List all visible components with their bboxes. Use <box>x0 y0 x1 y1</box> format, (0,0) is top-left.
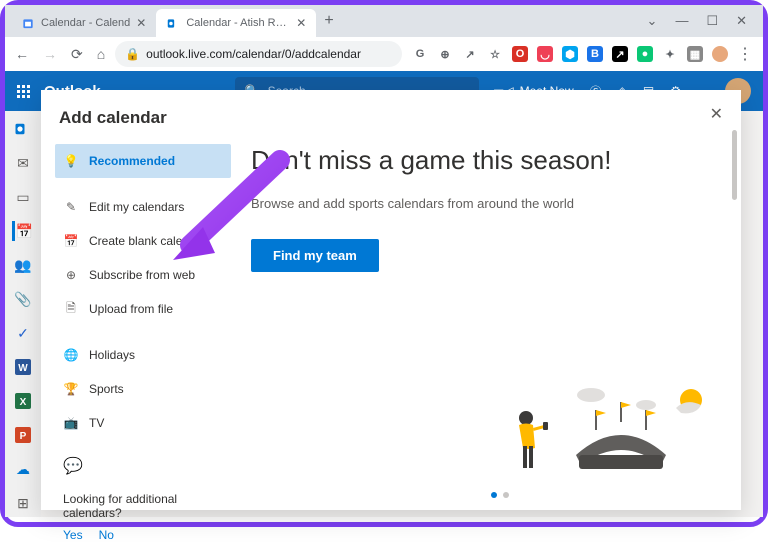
ext-green-icon[interactable]: ● <box>637 46 653 62</box>
globe-icon: 🌐 <box>63 348 79 362</box>
modal-sidebar: Add calendar 💡 Recommended ✎ Edit my cal… <box>41 90 231 510</box>
additional-no-link[interactable]: No <box>99 528 114 542</box>
ext-pocket-icon[interactable]: ◡ <box>537 46 553 62</box>
menu-create-blank[interactable]: 📅 Create blank calendar <box>55 224 231 258</box>
mail-rail-icon[interactable]: ✉ <box>13 153 33 173</box>
sports-illustration <box>481 380 711 480</box>
reload-icon[interactable]: ⟳ <box>71 46 83 63</box>
tab-title: Calendar - Atish Rajasekharan - C <box>186 17 290 29</box>
star-icon[interactable]: ☆ <box>487 46 503 62</box>
url-text: outlook.live.com/calendar/0/addcalendar <box>146 47 361 61</box>
install-icon[interactable]: ⊕ <box>437 46 453 62</box>
profile-avatar-icon[interactable] <box>712 46 728 62</box>
browser-tab-1[interactable]: Calendar - Calend ✕ <box>11 9 156 37</box>
powerpoint-rail-icon[interactable]: P <box>13 425 33 445</box>
menu-recommended[interactable]: 💡 Recommended <box>55 144 231 178</box>
menu-icon[interactable]: ⋮ <box>737 44 753 64</box>
chat-icon: 💬 <box>55 452 231 480</box>
onedrive-rail-icon[interactable]: ☁ <box>13 459 33 479</box>
ext-opera-icon[interactable]: O <box>512 46 528 62</box>
scrollbar[interactable] <box>732 130 737 200</box>
svg-text:P: P <box>20 431 27 442</box>
calendar-blank-icon: 📅 <box>63 234 79 248</box>
files-rail-icon[interactable]: 📎 <box>13 289 33 309</box>
more-apps-rail-icon[interactable]: ⊞ <box>13 493 33 513</box>
modal-main: ✕ Don't miss a game this season! Browse … <box>231 90 741 510</box>
tv-icon: 📺 <box>63 416 79 430</box>
menu-holidays[interactable]: 🌐 Holidays <box>55 338 231 372</box>
svg-text:X: X <box>20 397 27 408</box>
add-calendar-modal: Add calendar 💡 Recommended ✎ Edit my cal… <box>41 90 741 510</box>
calendar-day-rail-icon[interactable]: ▭ <box>13 187 33 207</box>
word-rail-icon[interactable]: W <box>13 357 33 377</box>
extension-icons: G ⊕ ↗ ☆ O ◡ ⬢ B ↗ ● ✦ ▦ ⋮ <box>412 44 753 64</box>
menu-sports[interactable]: 🏆 Sports <box>55 372 231 406</box>
file-icon: 🗎 <box>63 299 79 320</box>
tab-title: Calendar - Calend <box>41 17 130 29</box>
maximize-icon[interactable]: ☐ <box>706 13 718 29</box>
additional-yes-link[interactable]: Yes <box>63 528 83 542</box>
ext-arrow-icon[interactable]: ↗ <box>612 46 628 62</box>
todo-rail-icon[interactable]: ✓ <box>13 323 33 343</box>
carousel-dot-2[interactable] <box>503 492 509 498</box>
svg-text:W: W <box>18 363 28 374</box>
app-launcher-icon[interactable] <box>17 85 30 98</box>
browser-chrome: Calendar - Calend ✕ Calendar - Atish Raj… <box>5 5 763 71</box>
lock-icon: 🔒 <box>125 47 140 61</box>
menu-upload-file[interactable]: 🗎 Upload from file <box>55 292 231 326</box>
outlook-rail-icon[interactable] <box>13 119 33 139</box>
ext-m-icon[interactable]: ⬢ <box>562 46 578 62</box>
close-icon[interactable]: ✕ <box>736 13 747 29</box>
close-icon[interactable]: ✕ <box>296 16 306 30</box>
close-icon[interactable]: ✕ <box>136 16 146 30</box>
menu-tv[interactable]: 📺 TV <box>55 406 231 440</box>
new-tab-button[interactable]: + <box>316 12 341 30</box>
forward-icon[interactable]: → <box>43 46 57 63</box>
lightbulb-icon: 💡 <box>63 154 79 168</box>
minimize-icon[interactable]: — <box>675 13 688 29</box>
address-row: ← → ⟳ ⌂ 🔒 outlook.live.com/calendar/0/ad… <box>5 37 763 71</box>
carousel-dot-1[interactable] <box>491 492 497 498</box>
chevron-down-icon[interactable]: ⌄ <box>647 13 658 29</box>
google-icon[interactable]: G <box>412 46 428 62</box>
menu-edit-calendars[interactable]: ✎ Edit my calendars <box>55 190 231 224</box>
people-rail-icon[interactable]: 👥 <box>13 255 33 275</box>
extensions-icon[interactable]: ✦ <box>662 46 678 62</box>
calendar-rail-icon[interactable]: 📅 <box>12 221 32 241</box>
gcal-favicon-icon <box>21 16 35 30</box>
modal-title: Add calendar <box>55 108 231 128</box>
address-bar[interactable]: 🔒 outlook.live.com/calendar/0/addcalenda… <box>115 41 402 67</box>
window-controls: ⌄ — ☐ ✕ <box>647 13 757 29</box>
modal-close-button[interactable]: ✕ <box>710 104 723 124</box>
tab-strip: Calendar - Calend ✕ Calendar - Atish Raj… <box>5 5 763 37</box>
edit-icon: ✎ <box>63 200 79 214</box>
find-my-team-button[interactable]: Find my team <box>251 239 379 272</box>
ext-b-icon[interactable]: B <box>587 46 603 62</box>
home-icon[interactable]: ⌂ <box>97 46 105 63</box>
menu-subscribe-web[interactable]: ⊕ Subscribe from web <box>55 258 231 292</box>
ext-grey-icon[interactable]: ▦ <box>687 46 703 62</box>
left-rail: ✉ ▭ 📅 👥 📎 ✓ W X P ☁ ⊞ <box>5 111 41 517</box>
excel-rail-icon[interactable]: X <box>13 391 33 411</box>
main-subtitle: Browse and add sports calendars from aro… <box>251 196 707 211</box>
share-icon[interactable]: ↗ <box>462 46 478 62</box>
browser-tab-2[interactable]: Calendar - Atish Rajasekharan - C ✕ <box>156 9 316 37</box>
outlook-favicon-icon <box>166 16 180 30</box>
additional-calendars-prompt: Looking for additional calendars? <box>55 488 231 524</box>
trophy-icon: 🏆 <box>63 382 79 396</box>
carousel-dots <box>491 492 509 498</box>
globe-icon: ⊕ <box>63 268 79 282</box>
back-icon[interactable]: ← <box>15 46 29 63</box>
main-heading: Don't miss a game this season! <box>251 144 707 178</box>
